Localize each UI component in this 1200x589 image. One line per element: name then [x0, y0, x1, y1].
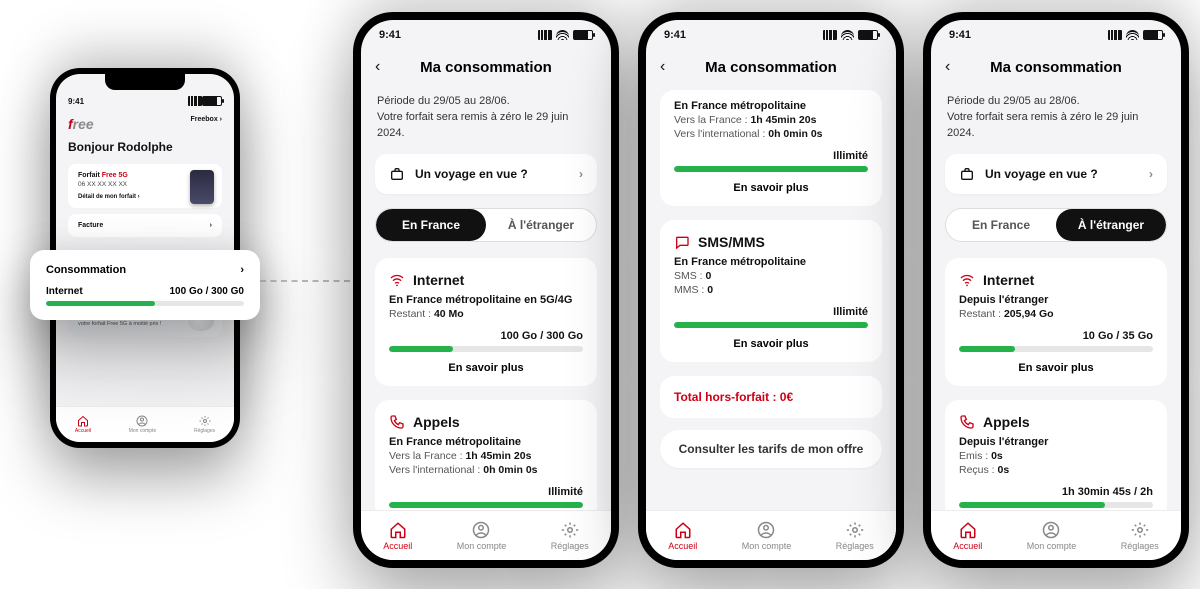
status-bar: 9:41: [646, 20, 896, 50]
gear-icon: [561, 521, 579, 539]
facture-row[interactable]: Facture›: [68, 214, 222, 237]
phone-consommation-france: 9:41 ‹ Ma consommation Période du 29/05 …: [353, 12, 619, 568]
connector-line: [260, 280, 350, 282]
appels-card: Appels En France métropolitaine Vers la …: [375, 400, 597, 510]
internet-card: Internet En France métropolitaine en 5G/…: [375, 258, 597, 386]
gear-icon: [199, 415, 211, 427]
progress-bar: [674, 322, 868, 328]
free-logo: free: [68, 116, 94, 134]
appels-quota: Illimité: [389, 486, 583, 498]
tab-compte[interactable]: Mon compte: [457, 521, 507, 551]
consommation-card-floating[interactable]: Consommation › Internet 100 Go / 300 G0: [30, 250, 260, 320]
period-text: Période du 29/05 au 28/06.Votre forfait …: [947, 94, 1165, 142]
progress-bar: [389, 502, 583, 508]
tab-a-letranger[interactable]: À l'étranger: [486, 209, 596, 241]
tab-compte[interactable]: Mon compte: [1027, 521, 1077, 551]
progress-bar: [46, 301, 244, 306]
tab-en-france[interactable]: En France: [376, 209, 486, 241]
notch: [105, 74, 185, 90]
gear-icon: [1131, 521, 1149, 539]
back-button[interactable]: ‹: [375, 58, 380, 76]
iphone-image: [190, 170, 214, 204]
phone-icon: [389, 414, 405, 430]
wifi-icon: [959, 272, 975, 288]
sms-card: SMS/MMS En France métropolitaine SMS : 0…: [660, 220, 882, 362]
tab-accueil[interactable]: Accueil: [668, 521, 697, 551]
conso-quota: 100 Go / 300 G0: [170, 286, 245, 297]
user-icon: [472, 521, 490, 539]
freebox-link[interactable]: Freebox ›: [190, 116, 222, 123]
voyage-row[interactable]: Un voyage en vue ? ›: [945, 154, 1167, 194]
home-icon: [77, 415, 89, 427]
internet-quota: 100 Go / 300 Go: [389, 330, 583, 342]
appels-card: Appels Depuis l'étranger Emis : 0s Reçus…: [945, 400, 1167, 510]
signal-icon: [538, 30, 552, 40]
suitcase-icon: [389, 166, 405, 182]
progress-bar: [959, 502, 1153, 508]
tab-bar: Accueil Mon compte Réglages: [646, 510, 896, 560]
phone-consommation-scrolled: 9:41 ‹ Ma consommation En France métropo…: [638, 12, 904, 568]
tab-reglages[interactable]: Réglages: [836, 521, 874, 551]
home-icon: [389, 521, 407, 539]
conso-label: Internet: [46, 286, 83, 297]
tab-reglages[interactable]: Réglages: [1121, 521, 1159, 551]
tab-accueil[interactable]: Accueil: [953, 521, 982, 551]
tab-accueil[interactable]: Accueil: [383, 521, 412, 551]
tab-a-letranger[interactable]: À l'étranger: [1056, 209, 1166, 241]
back-button[interactable]: ‹: [660, 58, 665, 76]
progress-bar: [389, 346, 583, 352]
tab-bar: Accueil Mon compte Réglages: [931, 510, 1181, 560]
tab-reglages[interactable]: Réglages: [194, 415, 215, 434]
chevron-right-icon: ›: [579, 167, 583, 181]
wifi-icon: [556, 30, 569, 40]
tab-en-france[interactable]: En France: [946, 209, 1056, 241]
tab-compte[interactable]: Mon compte: [129, 415, 157, 434]
tab-bar: Accueil Mon compte Réglages: [56, 406, 234, 442]
chevron-right-icon: ›: [240, 264, 244, 276]
progress-bar: [959, 346, 1153, 352]
en-savoir-plus-link[interactable]: En savoir plus: [959, 362, 1153, 374]
status-time: 9:41: [68, 97, 84, 106]
suitcase-icon: [959, 166, 975, 182]
user-icon: [136, 415, 148, 427]
phone-consommation-etranger: 9:41 ‹ Ma consommation Période du 29/05 …: [923, 12, 1189, 568]
tab-bar: Accueil Mon compte Réglages: [361, 510, 611, 560]
page-title: Ma consommation: [420, 59, 552, 76]
gear-icon: [846, 521, 864, 539]
greeting: Bonjour Rodolphe: [68, 140, 222, 154]
page-title: Ma consommation: [705, 59, 837, 76]
battery-icon: [573, 30, 593, 40]
user-icon: [1042, 521, 1060, 539]
progress-bar: [674, 166, 868, 172]
appels-card: En France métropolitaine Vers la France …: [660, 90, 882, 206]
status-icons: [188, 96, 222, 106]
chevron-right-icon: ›: [1149, 167, 1153, 181]
total-hors-forfait: Total hors-forfait : 0€: [660, 376, 882, 418]
en-savoir-plus-link[interactable]: En savoir plus: [389, 362, 583, 374]
status-bar: 9:41: [931, 20, 1181, 50]
period-text: Période du 29/05 au 28/06.Votre forfait …: [377, 94, 595, 142]
home-icon: [959, 521, 977, 539]
segment-control: En France À l'étranger: [375, 208, 597, 242]
en-savoir-plus-link[interactable]: En savoir plus: [674, 338, 868, 350]
conso-title: Consommation: [46, 264, 126, 276]
wifi-icon: [389, 272, 405, 288]
status-bar: 9:41: [361, 20, 611, 50]
user-icon: [757, 521, 775, 539]
internet-card: Internet Depuis l'étranger Restant : 205…: [945, 258, 1167, 386]
tab-compte[interactable]: Mon compte: [742, 521, 792, 551]
plan-card[interactable]: Forfait Free 5G 06 XX XX XX XX Détail de…: [68, 164, 222, 208]
message-icon: [674, 234, 690, 250]
voyage-row[interactable]: Un voyage en vue ? ›: [375, 154, 597, 194]
back-button[interactable]: ‹: [945, 58, 950, 76]
segment-control: En France À l'étranger: [945, 208, 1167, 242]
page-title: Ma consommation: [990, 59, 1122, 76]
home-icon: [674, 521, 692, 539]
tab-accueil[interactable]: Accueil: [75, 415, 91, 434]
phone-icon: [959, 414, 975, 430]
en-savoir-plus-link[interactable]: En savoir plus: [674, 182, 868, 194]
tarifs-button[interactable]: Consulter les tarifs de mon offre: [660, 430, 882, 468]
tab-reglages[interactable]: Réglages: [551, 521, 589, 551]
